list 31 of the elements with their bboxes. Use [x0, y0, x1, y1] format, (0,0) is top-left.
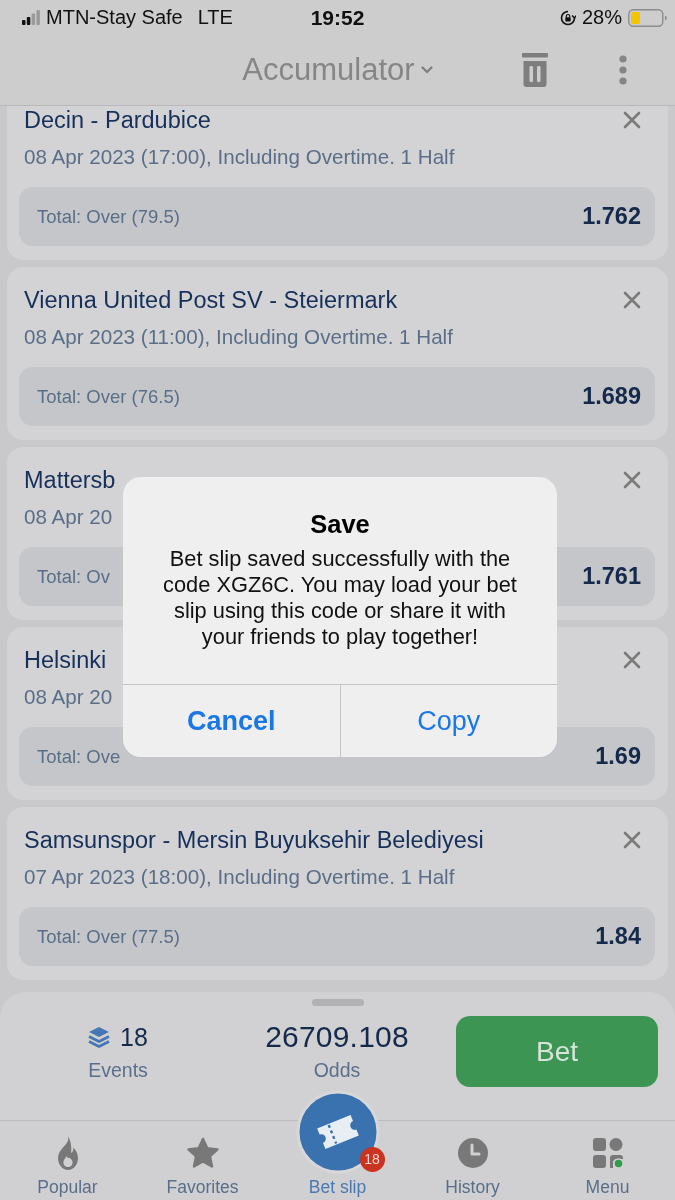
match-title: Samsunspor - Mersin Buyuksehir Belediyesi [24, 827, 484, 853]
match-title: Helsinki [24, 647, 107, 673]
odds-value: 1.762 [582, 203, 641, 230]
clock-time: 19:52 [310, 5, 365, 29]
outcome-label: Total: Ove [37, 745, 121, 768]
odds-value: 1.69 [595, 743, 641, 770]
match-details: 08 Apr 20 [24, 685, 113, 709]
events-count: 18 [120, 1022, 148, 1052]
outcome-label: Total: Over (77.5) [37, 925, 180, 948]
carrier-name: MTN-Stay Safe [46, 6, 183, 29]
odds-value: 1.761 [582, 563, 641, 590]
match-details: 08 Apr 2023 (17:00), Including Overtime. 1 Half [24, 145, 455, 169]
outcome-label: Total: Ov [37, 565, 110, 588]
match-title: Vienna United Post SV - Steiermark [24, 287, 398, 313]
count-badge: 18 [359, 1147, 385, 1172]
outcome-label: Total: Over (79.5) [37, 205, 180, 228]
match-details: 08 Apr 20 [24, 505, 113, 529]
odds-value: 1.84 [595, 923, 641, 950]
battery-percentage: 28% [581, 6, 622, 29]
match-title: Decin - Pardubice [24, 107, 211, 133]
match-details: 08 Apr 2023 (11:00), Including Overtime. 1 Half [24, 325, 453, 349]
dialog-message: Bet slip saved successfully with the code XGZ6C. You may load your bet slip using this code or share it with your friends to play together! [162, 546, 518, 650]
match-details: 07 Apr 2023 (18:00), Including Overtime. 1 Half [24, 865, 455, 889]
odds-value: 1.689 [582, 383, 641, 410]
network-type: LTE [197, 6, 233, 29]
total-odds: 26709.108 [265, 1022, 409, 1052]
events-label: Events [88, 1058, 148, 1082]
outcome-label: Total: Over (76.5) [37, 385, 180, 408]
dialog-title: Save [310, 510, 370, 539]
odds-label: Odds [313, 1058, 361, 1082]
match-title: Mattersb [24, 467, 116, 493]
